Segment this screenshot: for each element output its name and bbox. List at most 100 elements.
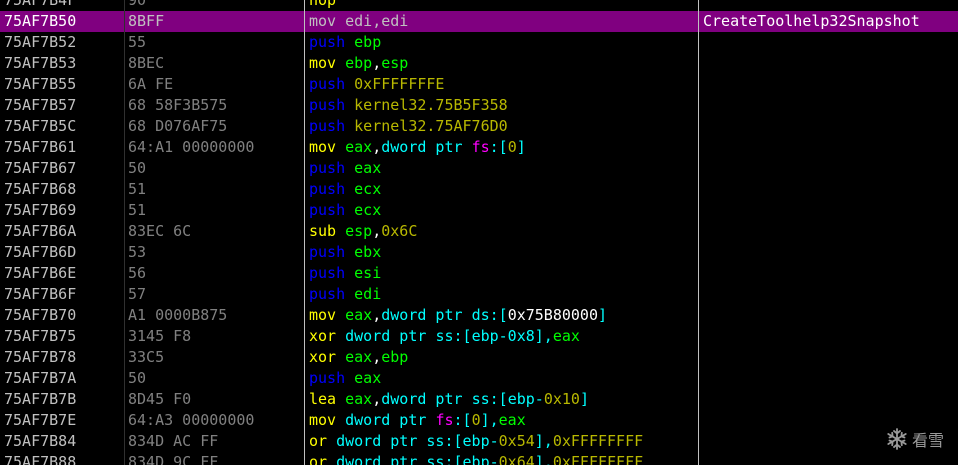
instruction-token: push — [309, 369, 355, 387]
column-divider-bytes[interactable] — [304, 0, 305, 465]
instruction-token: eax — [354, 369, 382, 387]
disasm-row[interactable]: 75AF7B7B 8D45 F0 lea eax,dword ptr ss:[ebp… — [0, 389, 958, 410]
instruction-token: ], — [534, 432, 553, 450]
row-address: 75AF7B53 — [4, 54, 77, 72]
instruction-token: ebp-0x8 — [471, 327, 535, 345]
row-address: 75AF7B84 — [4, 432, 77, 450]
disasm-row[interactable]: 75AF7B52 55 push ebp — [0, 32, 958, 53]
disasm-row[interactable]: 75AF7B88 834D 9C FF or dword ptr ss:[ebp-0… — [0, 452, 958, 465]
disasm-row[interactable]: 75AF7B6E 56 push esi — [0, 263, 958, 284]
disasm-row[interactable]: 75AF7B84 834D AC FF or dword ptr ss:[ebp-0… — [0, 431, 958, 452]
disasm-row[interactable]: 75AF7B68 51 push ecx — [0, 179, 958, 200]
disasm-row[interactable]: 75AF7B53 8BEC mov ebp,esp — [0, 53, 958, 74]
instruction-token: lea — [309, 390, 346, 408]
row-bytes: 64:A1 00000000 — [128, 138, 255, 156]
row-instruction: sub esp,0x6C — [309, 221, 697, 242]
row-address: 75AF7B7A — [4, 369, 77, 387]
disasm-row[interactable]: 75AF7B50 8BFF mov edi,edi CreateToolhelp32S… — [0, 11, 958, 32]
instruction-token: ] — [516, 138, 526, 156]
instruction-token: , — [372, 54, 382, 72]
instruction-token: ebp — [345, 54, 373, 72]
disasm-row[interactable]: 75AF7B55 6A FE push 0xFFFFFFFE — [0, 74, 958, 95]
instruction-token: push — [309, 33, 355, 51]
disassembly-view[interactable]: 75AF7B4F 90 nop 75AF7B50 8BFF mov edi,edi Crea… — [0, 0, 958, 465]
disasm-row[interactable]: 75AF7B78 33C5 xor eax,ebp — [0, 347, 958, 368]
row-address: 75AF7B52 — [4, 33, 77, 51]
disasm-row[interactable]: 75AF7B70 A1 0000B875 mov eax,dword ptr ds:… — [0, 305, 958, 326]
row-instruction: mov eax,dword ptr fs:[0] — [309, 137, 697, 158]
instruction-token: ss — [426, 453, 445, 465]
row-address: 75AF7B69 — [4, 201, 77, 219]
instruction-token: or — [309, 432, 337, 450]
instruction-token: xor — [309, 327, 346, 345]
instruction-token: :[ — [489, 306, 508, 324]
row-address: 75AF7B5C — [4, 117, 77, 135]
row-address: 75AF7B70 — [4, 306, 77, 324]
row-instruction: xor dword ptr ss:[ebp-0x8],eax — [309, 326, 697, 347]
row-bytes: 51 — [128, 201, 147, 219]
instruction-token: dword ptr — [345, 411, 436, 429]
instruction-token: eax — [552, 327, 580, 345]
row-instruction: push esi — [309, 263, 697, 284]
disasm-row[interactable]: 75AF7B75 3145 F8 xor dword ptr ss:[ebp-0x8… — [0, 326, 958, 347]
instruction-token: dword ptr — [381, 390, 472, 408]
row-bytes: 56 — [128, 264, 147, 282]
disasm-row[interactable]: 75AF7B61 64:A1 00000000 mov eax,dword ptr … — [0, 137, 958, 158]
row-address: 75AF7B57 — [4, 96, 77, 114]
instruction-token: ebp- — [507, 390, 544, 408]
instruction-token: push — [309, 75, 355, 93]
row-instruction: nop — [309, 0, 697, 11]
disasm-row[interactable]: 75AF7B6D 53 push ebx — [0, 242, 958, 263]
instruction-token: eax — [498, 411, 526, 429]
instruction-token: 0x6C — [381, 222, 418, 240]
column-divider-address[interactable] — [124, 0, 125, 465]
instruction-token: eax — [345, 306, 373, 324]
instruction-token: xor — [309, 348, 346, 366]
row-instruction: mov ebp,esp — [309, 53, 697, 74]
disasm-row[interactable]: 75AF7B7A 50 push eax — [0, 368, 958, 389]
disasm-row[interactable]: 75AF7B4F 90 nop — [0, 0, 958, 11]
instruction-token: dword ptr — [381, 306, 472, 324]
disasm-row[interactable]: 75AF7B57 68 58F3B575 push kernel32.75B5F35… — [0, 95, 958, 116]
disasm-row[interactable]: 75AF7B69 51 push ecx — [0, 200, 958, 221]
instruction-token: edi — [354, 285, 382, 303]
instruction-token: eax — [354, 159, 382, 177]
column-divider-disassembly[interactable] — [698, 0, 699, 465]
watermark-logo: 看雪 — [885, 427, 944, 451]
instruction-token: push — [309, 264, 355, 282]
instruction-token: , — [372, 390, 382, 408]
instruction-token: 0x64 — [498, 453, 535, 465]
instruction-token: push — [309, 285, 355, 303]
disasm-row[interactable]: 75AF7B7E 64:A3 00000000 mov dword ptr fs:[… — [0, 410, 958, 431]
disasm-row[interactable]: 75AF7B6A 83EC 6C sub esp,0x6C — [0, 221, 958, 242]
row-address: 75AF7B55 — [4, 75, 77, 93]
instruction-token: mov — [309, 138, 346, 156]
instruction-token: :[ — [489, 390, 508, 408]
instruction-token: eax — [345, 348, 373, 366]
instruction-token: dword ptr — [345, 327, 436, 345]
disasm-row[interactable]: 75AF7B67 50 push eax — [0, 158, 958, 179]
row-instruction: push 0xFFFFFFFE — [309, 74, 697, 95]
instruction-token: 0xFFFFFFFF — [552, 432, 644, 450]
instruction-token: ebx — [354, 243, 382, 261]
instruction-token: eax — [345, 390, 373, 408]
instruction-token: sub — [309, 222, 346, 240]
disasm-row[interactable]: 75AF7B5C 68 D076AF75 push kernel32.75AF76D… — [0, 116, 958, 137]
instruction-token: ebp — [381, 348, 409, 366]
row-instruction: lea eax,dword ptr ss:[ebp-0x10] — [309, 389, 697, 410]
instruction-token: ecx — [354, 201, 382, 219]
row-comment: CreateToolhelp32Snapshot — [703, 12, 920, 30]
instruction-token: esi — [354, 264, 382, 282]
instruction-token: mov edi,edi — [309, 12, 409, 30]
row-bytes: A1 0000B875 — [128, 306, 228, 324]
row-bytes: 6A FE — [128, 75, 174, 93]
instruction-token: nop — [309, 0, 337, 9]
instruction-token: ds — [471, 306, 490, 324]
row-bytes: 33C5 — [128, 348, 165, 366]
instruction-token: ss — [471, 390, 490, 408]
row-address: 75AF7B4F — [4, 0, 77, 9]
instruction-token: ], — [480, 411, 499, 429]
row-instruction: push ecx — [309, 200, 697, 221]
instruction-token: , — [372, 348, 382, 366]
disasm-row[interactable]: 75AF7B6F 57 push edi — [0, 284, 958, 305]
